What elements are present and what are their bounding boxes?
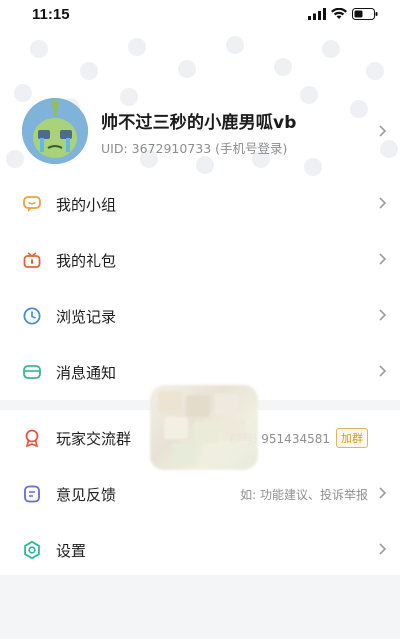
chevron-right-icon (379, 365, 387, 377)
menu-item-label: 设置 (56, 541, 87, 560)
chevron-right-icon (379, 253, 387, 265)
menu-item-label: 消息通知 (56, 363, 117, 382)
chevron-right-icon (379, 197, 387, 209)
menu-item-label: 我的礼包 (56, 251, 117, 270)
menu-item-my-gifts[interactable]: 我的礼包 (0, 232, 400, 288)
ribbon-icon (25, 429, 39, 448)
status-icons (308, 8, 378, 20)
join-group-button[interactable]: 加群 (336, 428, 368, 448)
pixelated-redaction (150, 385, 258, 470)
envelope-icon (23, 365, 41, 379)
avatar[interactable] (22, 98, 88, 164)
profile-uid: UID: 3672910733 (手机号登录) (101, 141, 288, 156)
menu-group-1: 我的小组 我的礼包 浏览记录 消息通知 (0, 176, 400, 400)
chevron-right-icon (379, 487, 387, 499)
status-time: 11:15 (32, 5, 70, 23)
signal-icon (308, 8, 326, 20)
profile-card[interactable]: 帅不过三秒的小鹿男呱vb UID: 3672910733 (手机号登录) (0, 96, 400, 168)
menu-item-label: 意见反馈 (56, 485, 117, 504)
profile-name: 帅不过三秒的小鹿男呱vb (101, 113, 297, 133)
chat-bubble-icon (23, 196, 41, 212)
chevron-right-icon[interactable] (378, 124, 388, 138)
profile-header: 11:15 帅不过三秒的小鹿男呱vb UID: 3672910733 (手机号登… (0, 0, 400, 180)
gift-icon (23, 252, 41, 268)
avatar-image-icon (22, 98, 88, 164)
feedback-hint: 如: 功能建议、投诉举报 (240, 487, 368, 502)
menu-item-label: 玩家交流群 (56, 429, 132, 448)
feedback-icon (24, 485, 40, 503)
menu-item-settings[interactable]: 设置 (0, 522, 400, 578)
gear-icon (24, 540, 40, 560)
status-bar: 11:15 (0, 0, 400, 28)
menu-item-feedback[interactable]: 意见反馈 如: 功能建议、投诉举报 (0, 466, 400, 522)
chevron-right-icon (379, 309, 387, 321)
menu-item-label: 我的小组 (56, 195, 117, 214)
menu-list: 我的小组 我的礼包 浏览记录 消息通知 玩家交流群 群号: 951434581 … (0, 176, 400, 578)
wifi-icon (331, 8, 347, 19)
bottom-empty-area (0, 575, 400, 639)
battery-icon (352, 8, 378, 20)
clock-icon (23, 307, 41, 325)
menu-item-label: 浏览记录 (56, 307, 117, 326)
chevron-right-icon (379, 543, 387, 555)
profile-screen: 11:15 帅不过三秒的小鹿男呱vb UID: 3672910733 (手机号登… (0, 0, 400, 639)
menu-item-history[interactable]: 浏览记录 (0, 288, 400, 344)
menu-item-my-groups[interactable]: 我的小组 (0, 176, 400, 232)
